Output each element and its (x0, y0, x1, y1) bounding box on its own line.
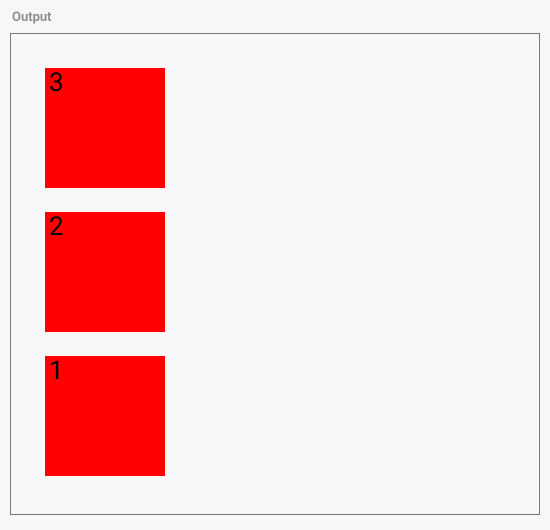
output-box-1: 1 (45, 356, 165, 476)
output-box-2: 2 (45, 212, 165, 332)
output-box-label: 3 (49, 68, 64, 98)
output-box-3: 3 (45, 68, 165, 188)
output-panel-title: Output (10, 10, 540, 25)
output-box-label: 1 (49, 356, 64, 386)
output-box-label: 2 (49, 212, 64, 242)
output-container: 1 2 3 (10, 33, 540, 515)
